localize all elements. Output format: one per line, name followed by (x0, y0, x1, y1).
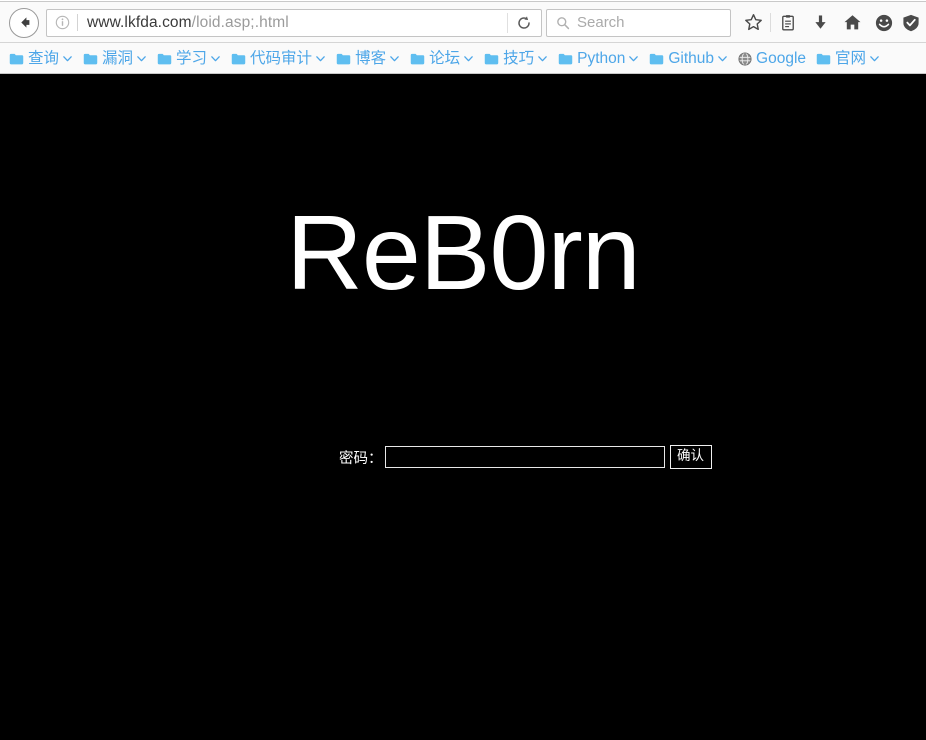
bookmarks-toolbar: 查询 漏洞 学习 代码审计 博客 论坛 技巧 Python Github Goo… (0, 43, 926, 74)
page-info-icon[interactable] (55, 15, 70, 30)
chevron-down-icon (629, 56, 639, 62)
password-input[interactable] (384, 446, 665, 468)
bookmark-item-guanwang[interactable]: 官网 (811, 49, 885, 69)
chevron-down-icon (718, 56, 727, 62)
url-host: www.lkfda.com (87, 13, 192, 31)
folder-icon (650, 53, 664, 64)
bookmark-label: 代码审计 (250, 49, 313, 67)
url-path: /loid.asp;.html (191, 13, 289, 31)
home-icon (844, 15, 860, 30)
shield-icon (903, 14, 919, 31)
bookmark-item-jiqiao[interactable]: 技巧 (479, 49, 553, 69)
folder-icon (9, 53, 24, 64)
bookmark-label: 论坛 (429, 49, 461, 67)
search-bar[interactable]: Search (546, 8, 731, 37)
submit-button[interactable]: 确认 (669, 445, 712, 469)
folder-icon (558, 53, 573, 64)
chevron-down-icon (390, 56, 399, 62)
toolbar-divider (770, 13, 771, 32)
chevron-down-icon (137, 56, 146, 62)
browser-window: www.lkfda.com/loid.asp;.html Search 查询 漏… (0, 0, 926, 740)
search-icon (557, 16, 570, 29)
reload-button[interactable] (507, 12, 541, 33)
download-icon (814, 15, 826, 29)
folder-icon (231, 53, 246, 64)
bookmark-label: Google (756, 49, 807, 67)
navigation-toolbar: www.lkfda.com/loid.asp;.html Search (0, 2, 926, 43)
folder-icon (336, 53, 351, 64)
bookmark-label: 查询 (28, 49, 60, 67)
reload-icon (518, 15, 530, 29)
bookmark-item-boke[interactable]: 博客 (331, 49, 405, 69)
pocket-icon (875, 14, 893, 31)
back-button[interactable] (9, 7, 39, 38)
bookmark-item-xuexi[interactable]: 学习 (152, 49, 226, 69)
folder-icon (410, 53, 425, 64)
bookmark-item-github[interactable]: Github (644, 49, 733, 69)
bookmark-item-python[interactable]: Python (553, 49, 644, 69)
chevron-down-icon (211, 56, 220, 62)
downloads-button[interactable] (804, 7, 836, 39)
home-button[interactable] (836, 7, 868, 39)
bookmark-label: 学习 (176, 49, 208, 67)
bookmark-label: 技巧 (503, 49, 535, 67)
bookmark-item-google[interactable]: Google (733, 49, 811, 69)
password-form: 密码： 确认 (339, 445, 712, 469)
url-divider (77, 14, 78, 31)
library-icon (782, 14, 794, 31)
folder-icon (816, 53, 831, 64)
search-input-placeholder[interactable]: Search (577, 14, 625, 31)
back-arrow-icon (20, 17, 29, 28)
bookmark-item-chaxun[interactable]: 查询 (4, 49, 78, 69)
bookmark-item-daimashenji[interactable]: 代码审计 (226, 49, 331, 69)
page-title: ReB0rn (286, 194, 640, 312)
url-bar[interactable]: www.lkfda.com/loid.asp;.html (46, 8, 542, 37)
globe-icon (738, 51, 752, 66)
pocket-button[interactable] (868, 7, 900, 39)
page-content: ReB0rn 密码： 确认 (0, 74, 926, 740)
library-button[interactable] (772, 7, 804, 39)
bookmark-star-icon (744, 13, 762, 31)
bookmark-star-button[interactable] (737, 7, 769, 39)
folder-icon (157, 53, 172, 64)
bookmark-label: 漏洞 (102, 49, 134, 67)
chevron-down-icon (63, 56, 72, 62)
chevron-down-icon (316, 56, 325, 62)
chevron-down-icon (538, 56, 547, 62)
chevron-down-icon (870, 56, 879, 62)
bookmark-label: 官网 (835, 49, 867, 67)
password-label: 密码： (339, 450, 383, 467)
url-text: www.lkfda.com/loid.asp;.html (87, 14, 507, 32)
folder-icon (484, 53, 499, 64)
bookmark-item-luntan[interactable]: 论坛 (405, 49, 479, 69)
bookmark-label: 博客 (355, 49, 387, 67)
shield-button[interactable] (900, 7, 922, 39)
chevron-down-icon (464, 56, 473, 62)
folder-icon (83, 53, 98, 64)
bookmark-label: Github (668, 49, 715, 67)
toolbar-icon-group (737, 7, 922, 39)
bookmark-label: Python (577, 49, 626, 67)
bookmark-item-loudong[interactable]: 漏洞 (78, 49, 152, 69)
